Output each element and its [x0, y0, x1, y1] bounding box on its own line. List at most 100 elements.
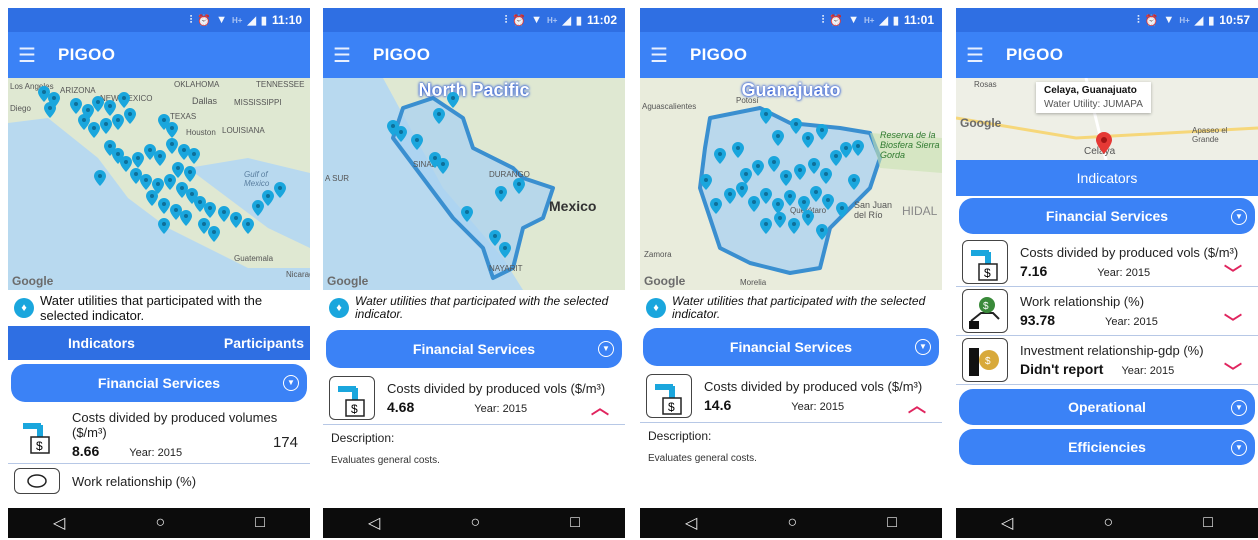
section-efficiencies[interactable]: Efficiencies ▼: [959, 429, 1255, 465]
indicator-row[interactable]: $ Work relationship (%) 93.78 Year: 2015…: [956, 287, 1258, 336]
section-financial-services[interactable]: Financial Services ▼: [643, 328, 939, 366]
map-pin-icon[interactable]: [158, 198, 170, 214]
back-icon[interactable]: ◁: [1001, 513, 1013, 533]
map-pin-icon[interactable]: [700, 174, 712, 190]
map-pin-icon[interactable]: [802, 210, 814, 226]
map-pin-icon[interactable]: [822, 194, 834, 210]
tab-indicators[interactable]: Indicators: [68, 335, 135, 351]
map-pin-icon[interactable]: [242, 218, 254, 234]
map-pin-icon[interactable]: [158, 218, 170, 234]
map-pin-icon[interactable]: [132, 152, 144, 168]
location-pin-icon[interactable]: [1096, 132, 1112, 154]
recent-apps-icon[interactable]: □: [570, 514, 580, 532]
map-pin-icon[interactable]: [732, 142, 744, 158]
map-pin-icon[interactable]: [447, 92, 459, 108]
map-pin-icon[interactable]: [188, 148, 200, 164]
map-pin-icon[interactable]: [461, 206, 473, 222]
map-pin-icon[interactable]: [437, 158, 449, 174]
map-pin-icon[interactable]: [768, 156, 780, 172]
map-pin-icon[interactable]: [411, 134, 423, 150]
map-pin-icon[interactable]: [140, 174, 152, 190]
map-pin-icon[interactable]: [772, 130, 784, 146]
back-icon[interactable]: ◁: [368, 513, 380, 533]
map-pin-icon[interactable]: [808, 158, 820, 174]
map-pin-icon[interactable]: [714, 148, 726, 164]
map-view[interactable]: Rosas Apaseo el Grande Celaya Celaya, Gu…: [956, 78, 1258, 160]
map-pin-icon[interactable]: [274, 182, 286, 198]
map-pin-icon[interactable]: [748, 196, 760, 212]
indicator-row[interactable]: $ Costs divided by produced vols ($/m³) …: [323, 372, 625, 425]
map-pin-icon[interactable]: [760, 218, 772, 234]
map-pin-icon[interactable]: [395, 126, 407, 142]
map-pin-icon[interactable]: [172, 162, 184, 178]
home-icon[interactable]: ○: [155, 514, 165, 532]
section-operational[interactable]: Operational ▼: [959, 389, 1255, 425]
map-pin-icon[interactable]: [760, 188, 772, 204]
map-pin-icon[interactable]: [710, 198, 722, 214]
menu-icon[interactable]: ☰: [333, 43, 373, 68]
section-financial-services[interactable]: Financial Services ▼: [959, 198, 1255, 234]
tab-participants[interactable]: Participants: [224, 335, 304, 351]
chevron-down-icon[interactable]: ﹀: [1224, 358, 1242, 384]
map-pin-icon[interactable]: [774, 212, 786, 228]
chevron-up-icon[interactable]: ︿: [908, 392, 926, 418]
map-pin-icon[interactable]: [230, 212, 242, 228]
chevron-down-icon[interactable]: ﹀: [1224, 260, 1242, 286]
map-view[interactable]: Guanajuato Aguascalientes Potosí Reserva…: [640, 78, 942, 290]
section-financial-services[interactable]: Financial Services ▼: [11, 364, 307, 402]
map-pin-icon[interactable]: [836, 202, 848, 218]
map-pin-icon[interactable]: [788, 218, 800, 234]
map-pin-icon[interactable]: [802, 132, 814, 148]
indicator-row[interactable]: $ Costs divided by produced vols ($/m³) …: [640, 370, 942, 423]
back-icon[interactable]: ◁: [53, 513, 65, 533]
map-pin-icon[interactable]: [495, 186, 507, 202]
section-financial-services[interactable]: Financial Services ▼: [326, 330, 622, 368]
home-icon[interactable]: ○: [470, 514, 480, 532]
map-pin-icon[interactable]: [736, 182, 748, 198]
marker-callout[interactable]: Celaya, Guanajuato Water Utility: JUMAPA: [1036, 82, 1151, 113]
map-pin-icon[interactable]: [118, 92, 130, 108]
map-pin-icon[interactable]: [88, 122, 100, 138]
map-pin-icon[interactable]: [154, 150, 166, 166]
indicator-row[interactable]: $ Costs divided by produced vols ($/m³) …: [956, 238, 1258, 287]
map-pin-icon[interactable]: [820, 168, 832, 184]
map-view[interactable]: North Pacific A SUR SINALOA DURANGO Mexi…: [323, 78, 625, 290]
menu-icon[interactable]: ☰: [18, 43, 58, 68]
map-view[interactable]: Los Angeles ARIZONA NEW MEXICO OKLAHOMA …: [8, 78, 310, 290]
menu-icon[interactable]: ☰: [966, 43, 1006, 68]
map-pin-icon[interactable]: [852, 140, 864, 156]
map-pin-icon[interactable]: [724, 188, 736, 204]
map-pin-icon[interactable]: [840, 142, 852, 158]
home-icon[interactable]: ○: [1103, 514, 1113, 532]
recent-apps-icon[interactable]: □: [887, 514, 897, 532]
map-pin-icon[interactable]: [513, 178, 525, 194]
map-pin-icon[interactable]: [816, 224, 828, 240]
map-pin-icon[interactable]: [499, 242, 511, 258]
map-pin-icon[interactable]: [848, 174, 860, 190]
map-pin-icon[interactable]: [100, 118, 112, 134]
indicator-row[interactable]: Work relationship (%): [8, 463, 310, 498]
map-pin-icon[interactable]: [262, 190, 274, 206]
back-icon[interactable]: ◁: [685, 513, 697, 533]
map-pin-icon[interactable]: [180, 210, 192, 226]
chevron-down-icon[interactable]: ﹀: [1224, 309, 1242, 335]
menu-icon[interactable]: ☰: [650, 43, 690, 68]
map-pin-icon[interactable]: [790, 118, 802, 134]
map-pin-icon[interactable]: [124, 108, 136, 124]
map-pin-icon[interactable]: [208, 226, 220, 242]
map-pin-icon[interactable]: [92, 96, 104, 112]
map-pin-icon[interactable]: [146, 190, 158, 206]
map-pin-icon[interactable]: [784, 190, 796, 206]
map-pin-icon[interactable]: [810, 186, 822, 202]
recent-apps-icon[interactable]: □: [1203, 514, 1213, 532]
map-pin-icon[interactable]: [760, 108, 772, 124]
map-pin-icon[interactable]: [218, 206, 230, 222]
map-pin-icon[interactable]: [112, 114, 124, 130]
map-pin-icon[interactable]: [166, 122, 178, 138]
map-pin-icon[interactable]: [433, 108, 445, 124]
indicator-row[interactable]: $ Costs divided by produced volumes ($/m…: [8, 406, 310, 463]
map-pin-icon[interactable]: [204, 202, 216, 218]
map-pin-icon[interactable]: [780, 170, 792, 186]
map-pin-icon[interactable]: [816, 124, 828, 140]
recent-apps-icon[interactable]: □: [255, 514, 265, 532]
